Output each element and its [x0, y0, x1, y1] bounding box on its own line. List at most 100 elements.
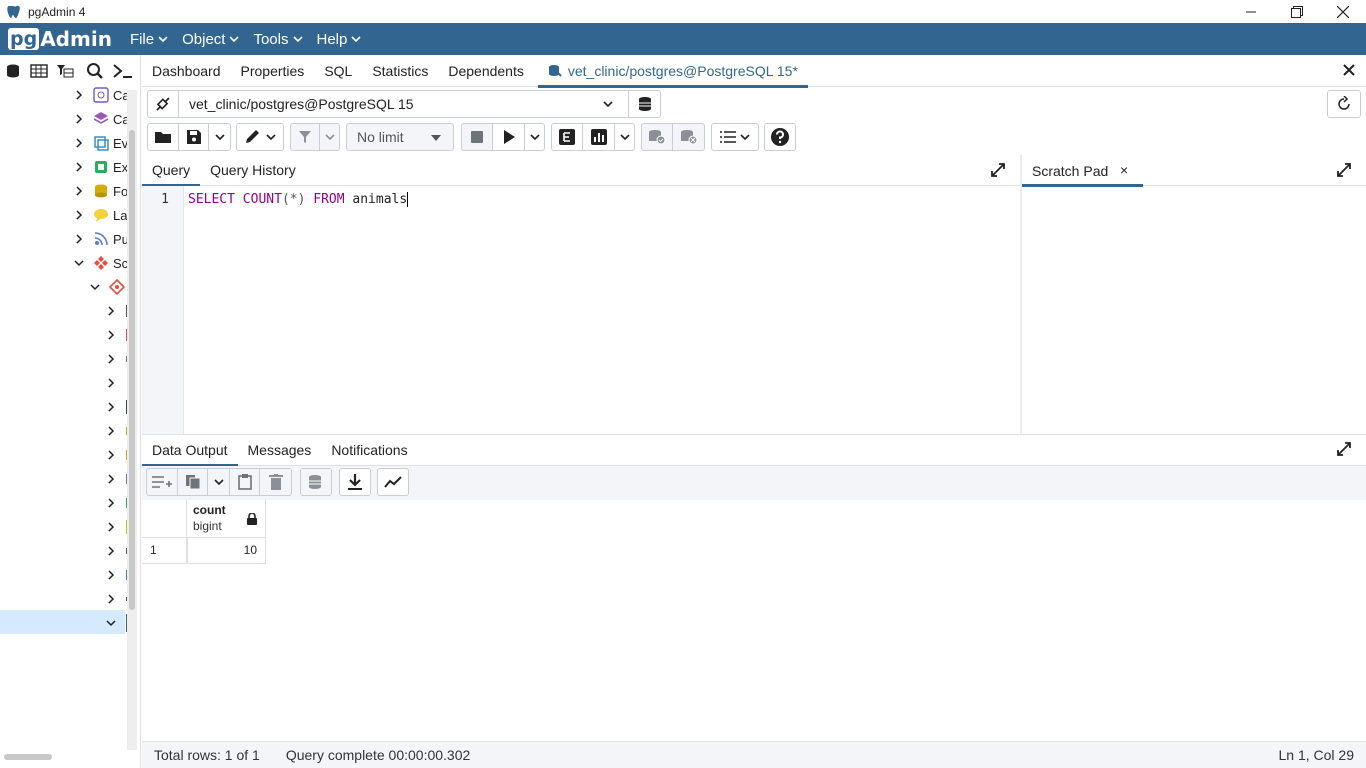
psql-tool-button[interactable] [110, 58, 136, 84]
menu-help[interactable]: Help [317, 31, 362, 48]
data-cell[interactable]: 10 [187, 538, 266, 564]
tree-vertical-scrollbar[interactable] [127, 90, 137, 750]
connection-select[interactable]: vet_clinic/postgres@PostgreSQL 15 [179, 90, 629, 118]
tree-item-languages[interactable]: La [73, 203, 127, 227]
expand-icon[interactable] [990, 162, 1006, 178]
tab-scratch-pad[interactable]: Scratch Pad × [1022, 155, 1143, 187]
edit-menu-button[interactable] [236, 123, 284, 151]
reset-layout-button[interactable] [1327, 90, 1361, 118]
tab-query-history[interactable]: Query History [200, 155, 306, 186]
tree-child-row[interactable] [105, 539, 128, 563]
tree-child-row[interactable] [105, 491, 128, 515]
filter-dropdown[interactable] [320, 123, 340, 151]
sql-editor[interactable]: 1 SELECT COUNT(*) FROM animals [142, 186, 1021, 434]
query-tool-button[interactable] [0, 58, 26, 84]
menu-file-label: File [129, 30, 155, 48]
execute-query-button[interactable] [493, 123, 525, 151]
chevron-down-icon [740, 133, 750, 140]
save-data-button[interactable] [300, 468, 332, 496]
tree-child-row[interactable] [105, 419, 128, 443]
tab-sql[interactable]: SQL [314, 55, 362, 87]
tab-messages[interactable]: Messages [238, 435, 322, 466]
expand-icon[interactable] [1336, 441, 1352, 457]
save-file-button[interactable] [179, 123, 209, 151]
tree-item-schemas[interactable]: Sc [73, 251, 128, 275]
search-objects-button[interactable] [82, 58, 108, 84]
tab-properties[interactable]: Properties [231, 55, 315, 87]
tab-dependents[interactable]: Dependents [438, 55, 534, 87]
code-line[interactable]: SELECT COUNT(*) FROM animals [188, 192, 409, 207]
restore-button[interactable] [1274, 0, 1320, 23]
close-icon [1337, 5, 1349, 18]
tab-label: vet_clinic/postgres@PostgreSQL 15* [567, 62, 798, 79]
tree-child-row[interactable] [105, 395, 128, 419]
tree-item-event-triggers[interactable]: Ev [73, 131, 128, 155]
column-header-count[interactable]: count bigint [187, 500, 266, 538]
text-cursor [407, 192, 409, 207]
paste-button[interactable] [230, 468, 260, 496]
tree-child-row[interactable] [105, 587, 128, 611]
explain-analyze-button[interactable] [583, 123, 615, 151]
commit-button[interactable] [641, 123, 673, 151]
tree-horizontal-scrollbar[interactable] [4, 754, 52, 760]
tab-query[interactable]: Query [142, 155, 201, 187]
tree-item-foreign-data-wrappers[interactable]: Fo [73, 179, 128, 203]
execute-options-dropdown[interactable] [525, 123, 545, 151]
save-options-dropdown[interactable] [209, 123, 231, 151]
tree-child-row-tables[interactable] [105, 611, 128, 635]
db-commit-icon [649, 130, 666, 145]
download-button[interactable] [339, 468, 371, 496]
rollback-button[interactable] [673, 123, 705, 151]
copy-button[interactable] [178, 468, 208, 496]
explain-options-dropdown[interactable] [615, 123, 635, 151]
close-scratch-pad-button[interactable]: × [1120, 162, 1128, 178]
graph-visualiser-button[interactable] [377, 468, 409, 496]
tree-child-row[interactable] [105, 443, 128, 467]
open-file-button[interactable] [147, 123, 179, 151]
filter-button[interactable] [290, 123, 320, 151]
new-connection-button[interactable] [629, 90, 661, 118]
macros-button[interactable] [711, 123, 759, 151]
tree-child-row[interactable] [105, 467, 128, 491]
tab-data-output[interactable]: Data Output [142, 435, 238, 467]
tree-item-casts[interactable]: Ca [73, 83, 130, 107]
menu-object[interactable]: Object [182, 30, 240, 48]
tree-child-row[interactable] [105, 563, 128, 587]
close-tab-icon[interactable] [1342, 63, 1356, 77]
add-row-button[interactable] [146, 468, 178, 496]
expand-icon[interactable] [1336, 162, 1352, 178]
stop-query-button[interactable] [461, 123, 493, 151]
menu-file[interactable]: File [130, 31, 168, 48]
panel-splitter[interactable] [1020, 155, 1022, 434]
menu-object-label: Object [182, 30, 226, 48]
explain-button[interactable] [551, 123, 583, 151]
tab-query-tool[interactable]: vet_clinic/postgres@PostgreSQL 15* [537, 55, 808, 88]
tree-child-row[interactable] [105, 515, 128, 539]
tree-item-catalogs[interactable]: Ca [73, 107, 130, 131]
tree-item-extensions[interactable]: Ex [73, 155, 128, 179]
tab-statistics[interactable]: Statistics [362, 55, 438, 87]
tree-item-publications[interactable]: Pu [73, 227, 129, 251]
menu-tools[interactable]: Tools [253, 31, 303, 48]
tab-dashboard[interactable]: Dashboard [142, 55, 231, 87]
row-limit-select[interactable]: No limit [346, 123, 454, 151]
help-button[interactable] [764, 123, 796, 151]
filtered-rows-button[interactable] [52, 58, 78, 84]
tree-child-row[interactable] [105, 347, 128, 371]
tab-notifications[interactable]: Notifications [321, 435, 417, 466]
sql-keyword: FROM [313, 192, 345, 207]
tree-child-row[interactable] [105, 299, 128, 323]
restore-icon [1291, 5, 1303, 18]
view-data-button[interactable] [26, 58, 52, 84]
row-number-cell[interactable]: 1 [142, 538, 187, 564]
tree-child-row[interactable] [105, 371, 117, 395]
tree-item-label: Fo [113, 183, 129, 199]
minimize-button[interactable] [1228, 0, 1274, 23]
tree-child-row[interactable] [105, 323, 128, 347]
tree-item-schema-public[interactable] [89, 275, 129, 299]
scrollbar-thumb[interactable] [129, 130, 135, 610]
copy-options-dropdown[interactable] [208, 468, 230, 496]
delete-row-button[interactable] [260, 468, 292, 496]
close-window-button[interactable] [1320, 0, 1366, 23]
connection-status-button[interactable] [147, 90, 179, 118]
